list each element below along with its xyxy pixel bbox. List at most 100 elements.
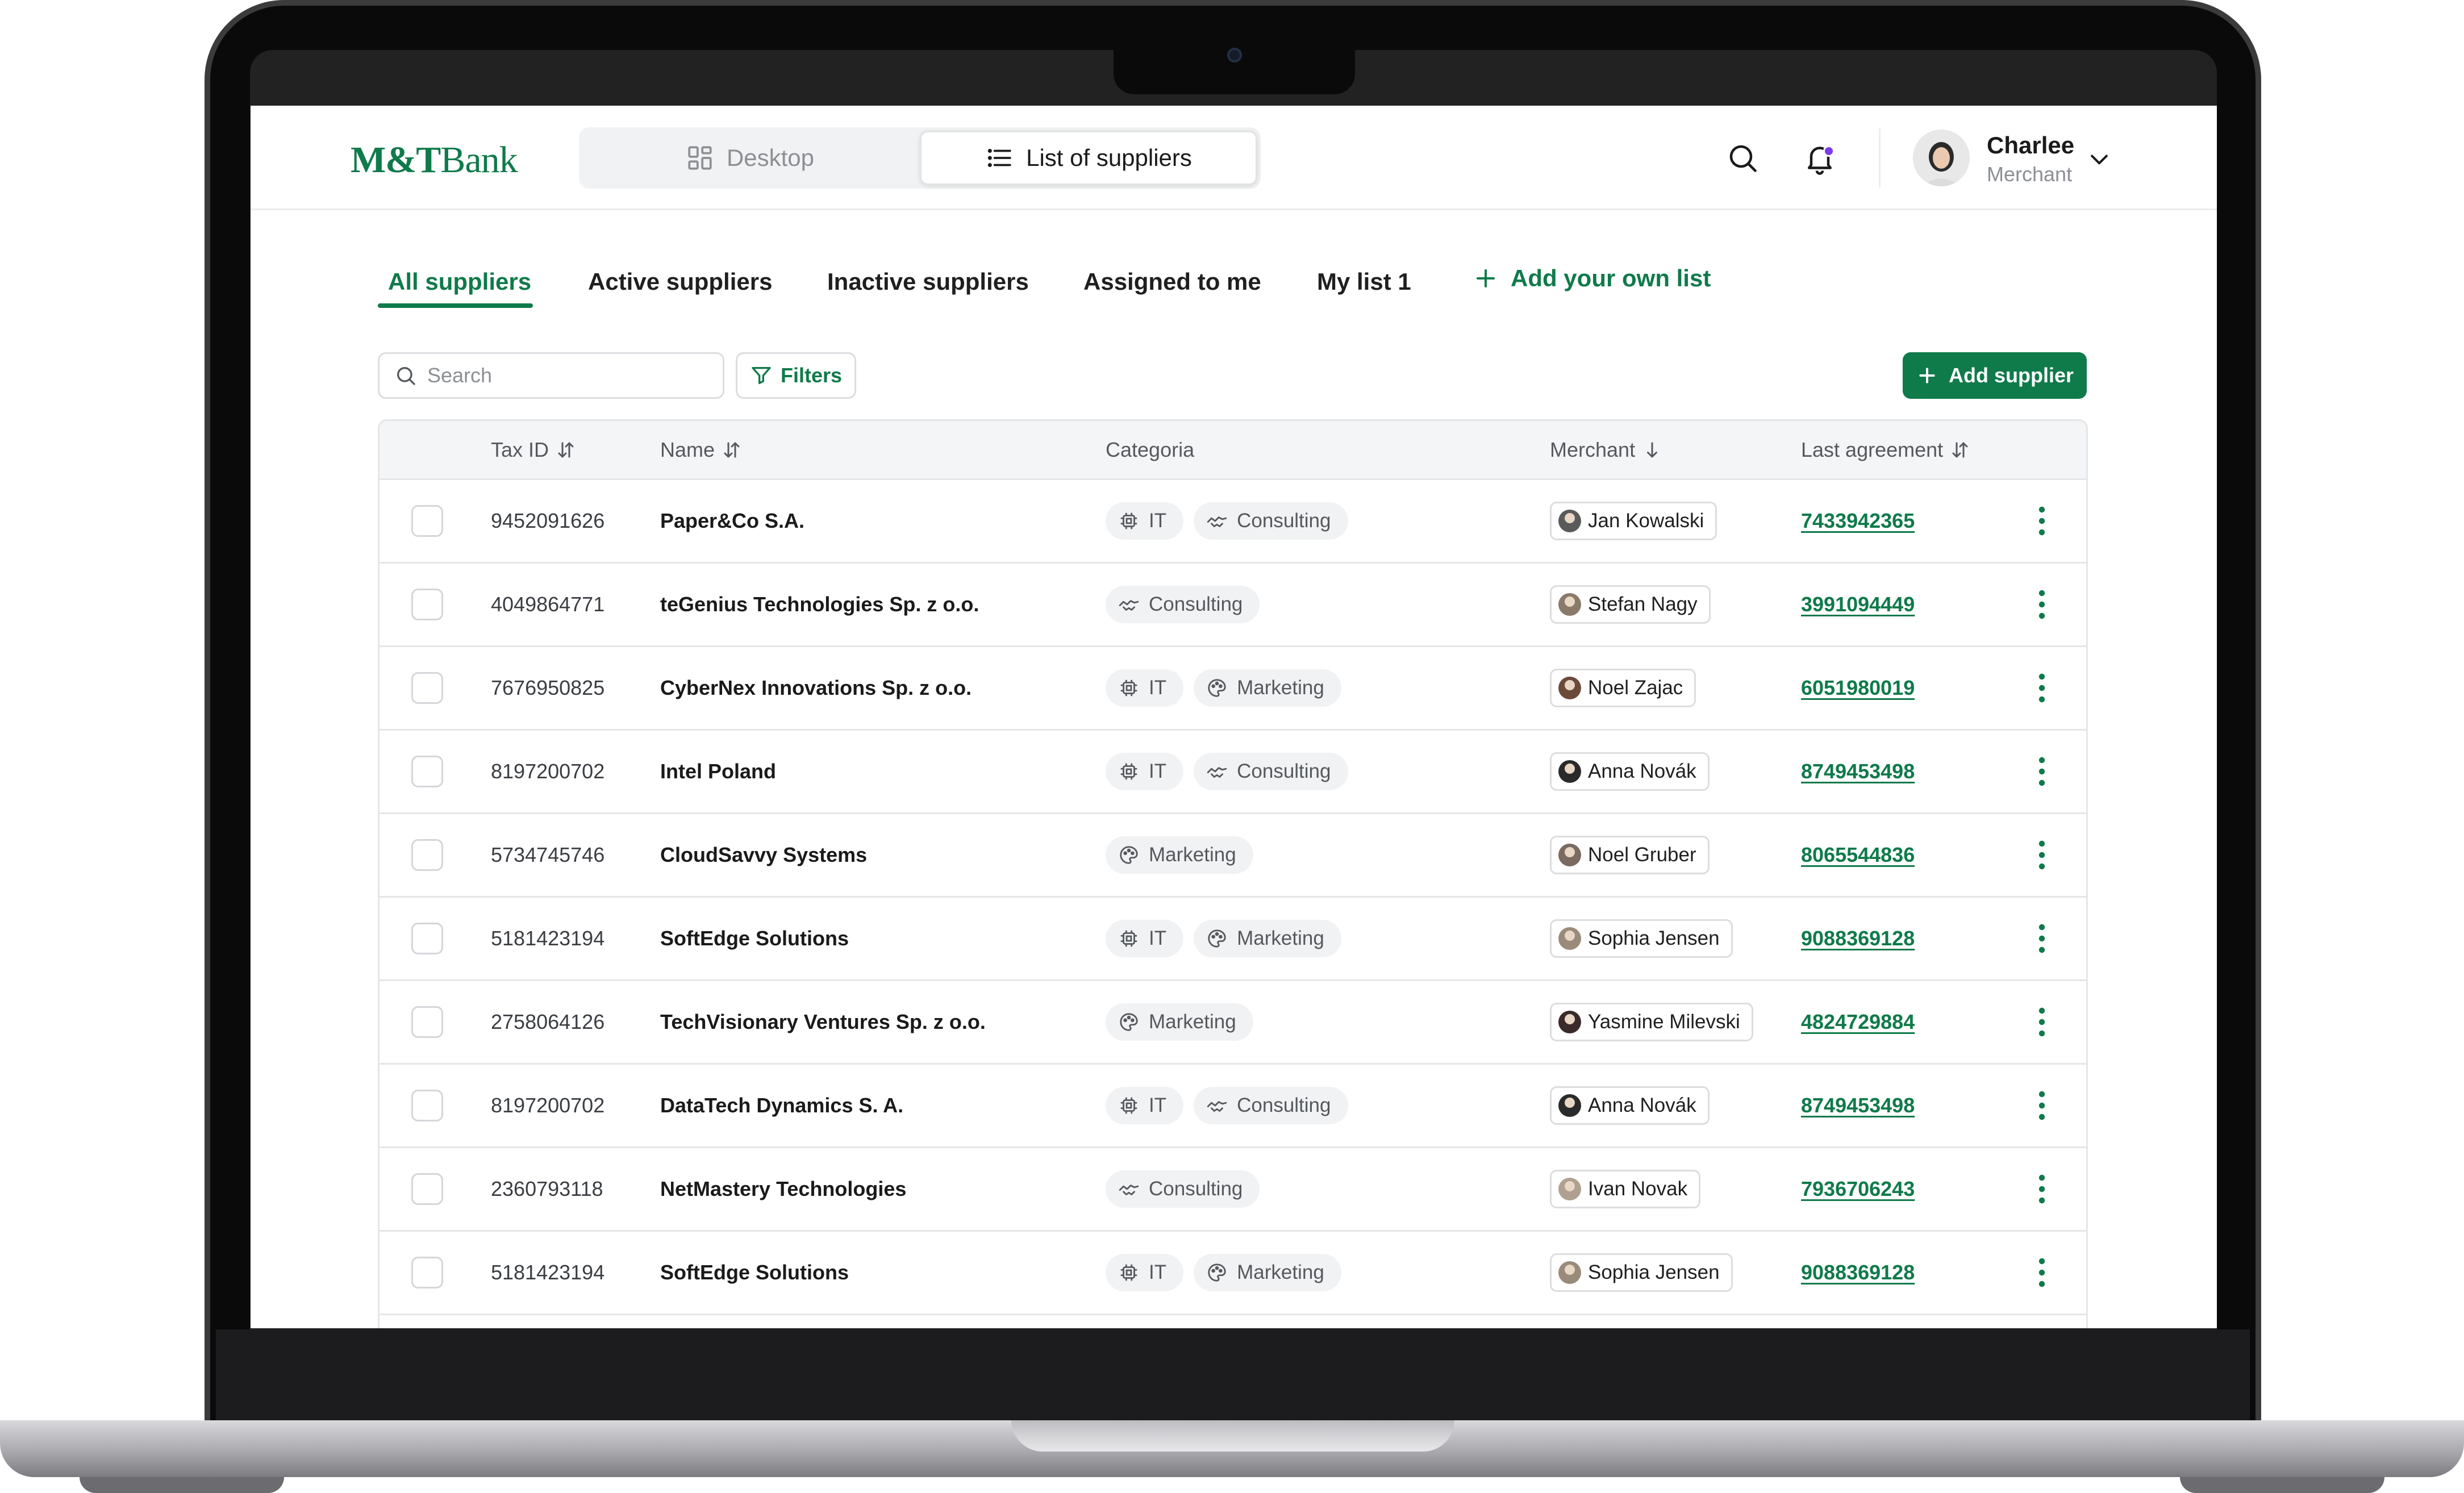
table-row[interactable]: 4049864771 teGenius Technologies Sp. z o…: [380, 564, 2086, 647]
column-merchant[interactable]: Merchant: [1550, 438, 1662, 462]
tab-assigned-to-me[interactable]: Assigned to me: [1083, 268, 1261, 295]
more-vertical-icon[interactable]: [2025, 1172, 2059, 1206]
merchant-cell: Ivan Novak: [1550, 1148, 1701, 1230]
app-screen: M&TBank Desktop List of suppliers Charle…: [251, 106, 2217, 1328]
table-row[interactable]: 5181423194 SoftEdge Solutions IT Marketin…: [380, 898, 2086, 981]
supplier-name-cell: TechVisionary Ventures Sp. z o.o.: [660, 1010, 986, 1033]
desktop-view-button[interactable]: Desktop: [582, 131, 918, 185]
handshake-icon: [1119, 1185, 1139, 1195]
avatar[interactable]: [1913, 130, 1970, 186]
more-vertical-icon[interactable]: [2025, 754, 2059, 789]
table-row[interactable]: [380, 1315, 2086, 1328]
row-checkbox[interactable]: [411, 672, 443, 704]
last-agreement-link[interactable]: 8065544836: [1801, 814, 1915, 896]
merchant-chip[interactable]: Noel Gruber: [1550, 836, 1710, 874]
avatar: [1558, 1261, 1581, 1284]
filters-button[interactable]: Filters: [736, 352, 856, 399]
last-agreement-link[interactable]: 9088369128: [1801, 898, 1915, 979]
add-supplier-button[interactable]: Add supplier: [1903, 352, 2087, 399]
column-last-agreement[interactable]: Last agreement: [1801, 438, 1970, 462]
last-agreement-link[interactable]: 8749453498: [1801, 1065, 1915, 1146]
tab-my-list-1[interactable]: My list 1: [1317, 268, 1411, 295]
grid-icon: [688, 146, 712, 170]
category-chip: IT: [1106, 669, 1184, 707]
row-checkbox[interactable]: [411, 756, 443, 787]
more-vertical-icon[interactable]: [2025, 838, 2059, 872]
more-vertical-icon[interactable]: [2025, 1089, 2059, 1123]
row-checkbox[interactable]: [411, 839, 443, 871]
table-row[interactable]: 2758064126 TechVisionary Ventures Sp. z …: [380, 981, 2086, 1065]
merchant-name: Anna Novák: [1588, 760, 1696, 782]
last-agreement-link[interactable]: 6051980019: [1801, 647, 1915, 729]
more-vertical-icon[interactable]: [2025, 1005, 2059, 1039]
merchant-chip[interactable]: Anna Novák: [1550, 1086, 1710, 1125]
table-row[interactable]: 5734745746 CloudSavvy Systems Marketing …: [380, 814, 2086, 898]
category-label: Marketing: [1237, 677, 1324, 699]
merchant-chip[interactable]: Ivan Novak: [1550, 1170, 1701, 1208]
add-own-list-button[interactable]: Add your own list: [1472, 265, 1711, 292]
merchant-chip[interactable]: Anna Novák: [1550, 752, 1710, 791]
merchant-chip[interactable]: Stefan Nagy: [1550, 585, 1711, 624]
merchant-chip[interactable]: Jan Kowalski: [1550, 502, 1717, 540]
list-view-button[interactable]: List of suppliers: [920, 131, 1257, 185]
merchant-name: Sophia Jensen: [1588, 1261, 1720, 1283]
table-row[interactable]: 8197200702 Intel Poland IT Consulting Ann…: [380, 731, 2086, 814]
chevron-down-icon[interactable]: [2087, 147, 2112, 172]
category-cell: IT Marketing: [1106, 1232, 1341, 1313]
last-agreement-link[interactable]: 8749453498: [1801, 731, 1915, 812]
tax-id-cell: 9452091626: [491, 509, 605, 532]
brand-logo[interactable]: M&TBank: [351, 139, 518, 182]
row-checkbox[interactable]: [411, 923, 443, 954]
last-agreement-link[interactable]: 4824729884: [1801, 981, 1915, 1063]
merchant-cell: Jan Kowalski: [1550, 480, 1717, 562]
more-vertical-icon[interactable]: [2025, 921, 2059, 956]
last-agreement-link[interactable]: 3991094449: [1801, 564, 1915, 645]
row-checkbox[interactable]: [411, 1257, 443, 1288]
category-chip: IT: [1106, 1087, 1184, 1124]
more-vertical-icon[interactable]: [2025, 504, 2059, 538]
tab-all-suppliers[interactable]: All suppliers: [388, 268, 531, 295]
category-cell: Marketing: [1106, 981, 1253, 1063]
tax-id-cell: 5181423194: [491, 927, 605, 950]
more-vertical-icon[interactable]: [2025, 1256, 2059, 1290]
category-chip: IT: [1106, 920, 1184, 957]
last-agreement-link[interactable]: 9088369128: [1801, 1232, 1915, 1313]
more-vertical-icon[interactable]: [2025, 671, 2059, 705]
table-row[interactable]: 9452091626 Paper&Co S.A. IT Consulting Ja…: [380, 480, 2086, 564]
tax-id-cell: 8197200702: [491, 1094, 605, 1117]
more-vertical-icon[interactable]: [2025, 587, 2059, 622]
merchant-chip[interactable]: Sophia Jensen: [1550, 919, 1733, 958]
search-input[interactable]: [427, 364, 700, 387]
row-checkbox[interactable]: [411, 1006, 443, 1038]
category-chip: Marketing: [1194, 1254, 1341, 1291]
category-label: Consulting: [1149, 1178, 1243, 1200]
row-checkbox[interactable]: [411, 1173, 443, 1205]
search-icon[interactable]: [1725, 141, 1760, 175]
merchant-chip[interactable]: Yasmine Milevski: [1550, 1003, 1753, 1041]
category-label: IT: [1149, 677, 1167, 699]
merchant-chip[interactable]: Sophia Jensen: [1550, 1253, 1733, 1292]
column-name[interactable]: Name: [660, 438, 742, 462]
category-chip: Consulting: [1106, 586, 1260, 623]
category-label: IT: [1149, 1094, 1167, 1116]
column-tax-id[interactable]: Tax ID: [491, 438, 576, 462]
category-label: Marketing: [1149, 844, 1236, 866]
row-checkbox[interactable]: [411, 589, 443, 620]
search-field[interactable]: [378, 352, 724, 399]
supplier-name-cell: SoftEdge Solutions: [660, 1261, 849, 1284]
table-row[interactable]: 7676950825 CyberNex Innovations Sp. z o.…: [380, 647, 2086, 731]
tab-inactive-suppliers[interactable]: Inactive suppliers: [827, 268, 1029, 295]
last-agreement-link[interactable]: 7936706243: [1801, 1148, 1915, 1230]
merchant-chip[interactable]: Noel Zajac: [1550, 669, 1696, 707]
row-select-cell: [411, 814, 443, 896]
table-row[interactable]: 5181423194 SoftEdge Solutions IT Marketin…: [380, 1232, 2086, 1315]
table-row[interactable]: 8197200702 DataTech Dynamics S. A. IT Con…: [380, 1065, 2086, 1148]
row-checkbox[interactable]: [411, 505, 443, 537]
tab-active-suppliers[interactable]: Active suppliers: [588, 268, 772, 295]
row-checkbox[interactable]: [411, 1090, 443, 1121]
notification-dot: [1823, 145, 1835, 157]
last-agreement-link[interactable]: 7433942365: [1801, 480, 1915, 562]
category-chip: IT: [1106, 1254, 1184, 1291]
table-row[interactable]: 2360793118 NetMastery Technologies Consu…: [380, 1148, 2086, 1232]
tax-id-cell: 8197200702: [491, 760, 605, 783]
